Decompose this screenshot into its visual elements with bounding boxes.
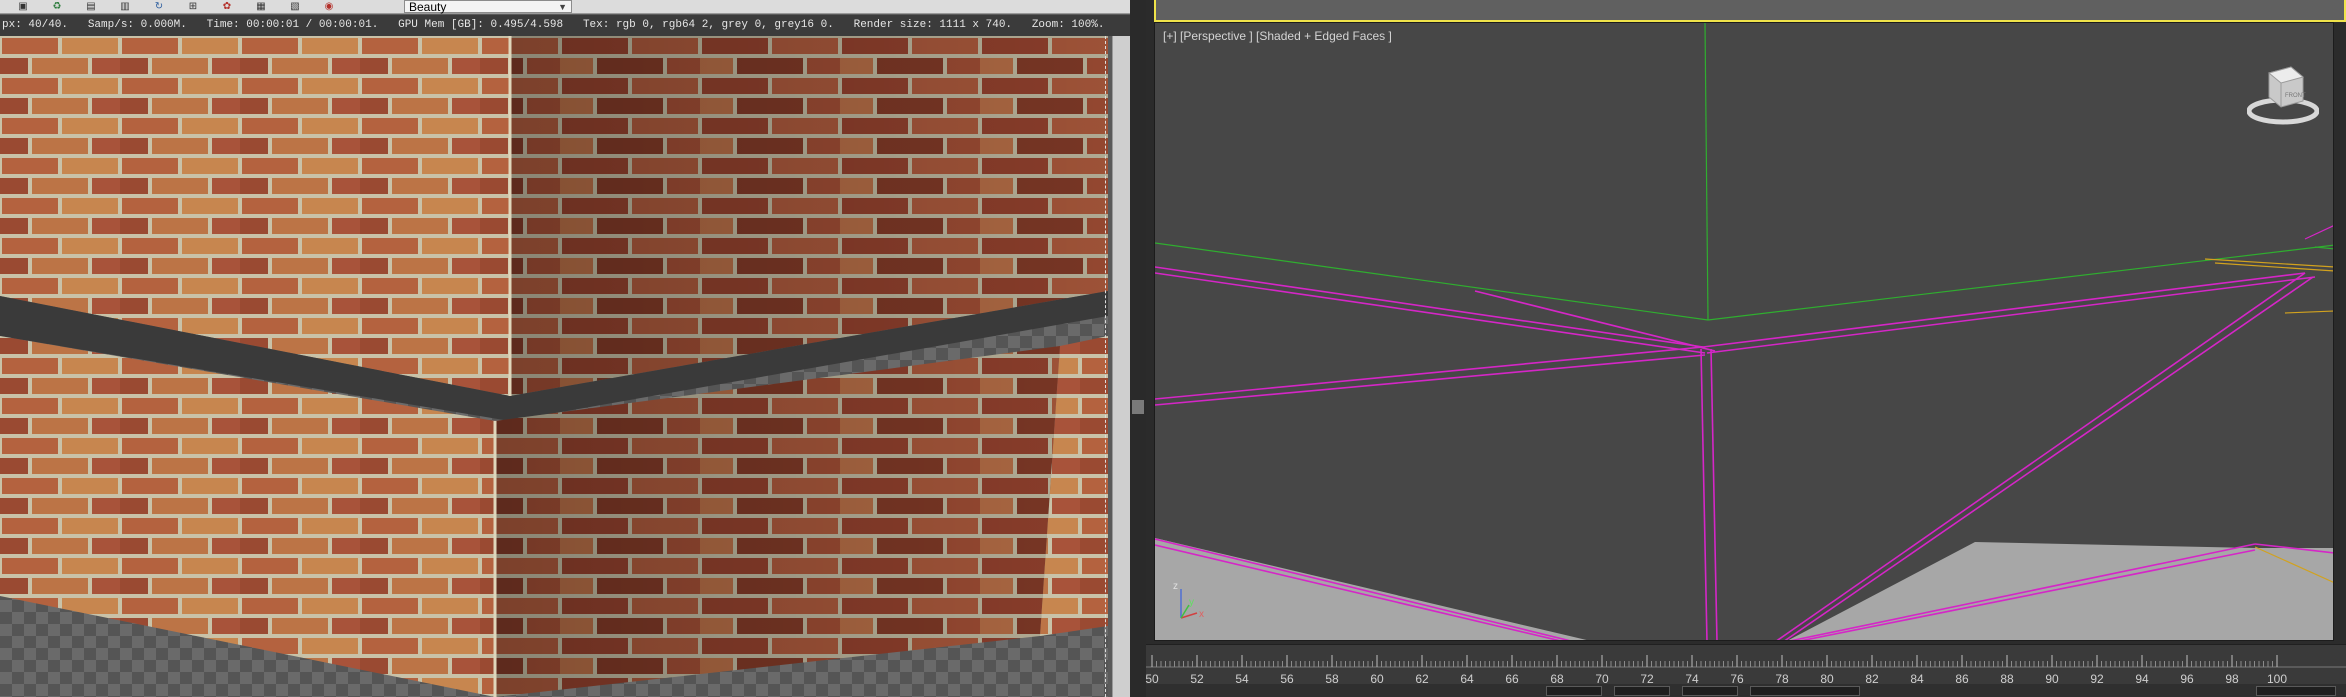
viewport-label[interactable]: [+] [Perspective ] [Shaded + Edged Faces…	[1163, 29, 1392, 43]
status-field[interactable]	[2256, 686, 2336, 696]
stat-time: Time: 00:00:01 / 00:00:01	[206, 19, 372, 31]
axis-x-label: x	[1199, 609, 1204, 620]
rendered-image[interactable]	[0, 36, 1108, 697]
channel-icon[interactable]: ▦	[250, 0, 272, 13]
display-icon[interactable]: ▧	[284, 0, 306, 13]
pane-splitter[interactable]	[1130, 0, 1146, 697]
stat-gpu-mem: GPU Mem [GB]: 0.495/4.598	[398, 19, 564, 31]
save-icon[interactable]: ▣	[12, 0, 34, 13]
render-region-border	[1105, 36, 1106, 697]
stat-zoom: Zoom: 100%	[1031, 19, 1098, 31]
clear-icon[interactable]: ↻	[148, 0, 170, 13]
time-ruler[interactable]: 50 52 54 56 58 60 62 64 66 68 70 72 74 76 78 80 82 84 86 88…	[1145, 644, 2346, 686]
channel-dropdown[interactable]: Beauty ▼	[404, 0, 572, 13]
stat-render-size: Render size: 1111 x 740	[853, 19, 1006, 31]
render-toolbar: ▣ ♻ ▤ ▥ ↻ ⊞ ✿ ▦ ▧ ◉ Beauty ▼	[0, 0, 1130, 14]
viewcube-icon[interactable]: FRONT	[2247, 61, 2319, 131]
status-field[interactable]	[1546, 686, 1602, 696]
status-bar	[1146, 684, 2346, 697]
splitter-grip[interactable]	[1132, 400, 1144, 414]
status-field[interactable]	[1614, 686, 1670, 696]
perspective-viewport[interactable]: z y x [+] [Perspective ] [Shaded + Edged…	[1154, 22, 2334, 641]
copy-icon[interactable]: ♻	[46, 0, 68, 13]
axis-y-label: y	[1189, 597, 1194, 608]
axis-z-label: z	[1173, 581, 1178, 592]
render-frame-window: ▣ ♻ ▤ ▥ ↻ ⊞ ✿ ▦ ▧ ◉ Beauty ▼ px: 40/40. …	[0, 0, 1130, 697]
setup-icon[interactable]: ◉	[318, 0, 340, 13]
active-viewport-strip[interactable]	[1154, 0, 2346, 22]
viewport-label-menu[interactable]: [+] [Perspective ] [Shaded + Edged Faces…	[1163, 29, 1392, 43]
viewport-geometry: z y x	[1155, 23, 2333, 640]
render-icon[interactable]: ✿	[216, 0, 238, 13]
chevron-down-icon: ▼	[558, 2, 567, 12]
render-stats-bar: px: 40/40. Samp/s: 0.000M. Time: 00:00:0…	[0, 15, 1130, 36]
viewport-panel: z y x [+] [Perspective ] [Shaded + Edged…	[1145, 0, 2346, 697]
open-icon[interactable]: ⊞	[182, 0, 204, 13]
render-scrollbar[interactable]	[1112, 36, 1130, 697]
brick-wall-render	[0, 36, 1108, 697]
stat-tex: Tex: rgb 0, rgb64 2, grey 0, grey16 0	[582, 19, 828, 31]
channel-dropdown-value: Beauty	[409, 0, 447, 14]
print-icon[interactable]: ▥	[114, 0, 136, 13]
stat-samples: Samp/s: 0.000M	[87, 19, 181, 31]
viewcube-face-label: FRONT	[2285, 93, 2306, 99]
status-field[interactable]	[1682, 686, 1738, 696]
status-field[interactable]	[1750, 686, 1860, 696]
clone-icon[interactable]: ▤	[80, 0, 102, 13]
stat-passes: px: 40/40	[2, 19, 62, 31]
